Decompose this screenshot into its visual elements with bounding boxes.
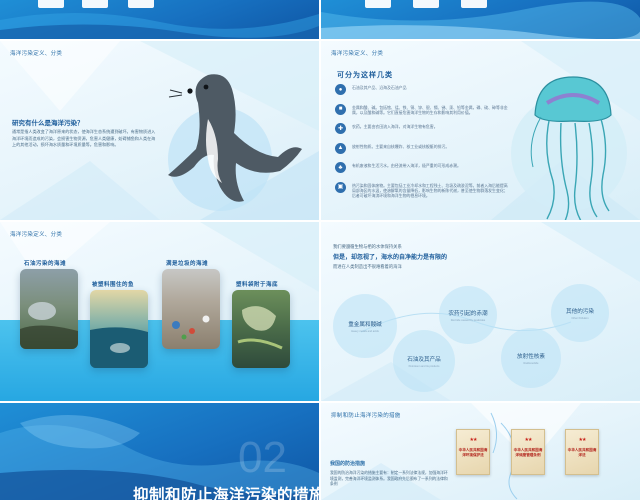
pesticide-icon: ✚	[335, 123, 346, 134]
metal-icon: ■	[335, 103, 346, 115]
section-title: 海洋污染定义、分类	[331, 51, 384, 57]
law-book[interactable]: ★★ 中华人民共和国海洋环境保护法	[456, 429, 490, 475]
section-number: 02	[238, 433, 287, 482]
list-item: ✚ 农药。主要由农田流入海洋，对海洋生物有危害。	[335, 123, 510, 143]
slide-thumbnail-4[interactable]: 海洋污染定义、分类 可分为这样几类 ● 石油及其产品、沿海及石油产品 ■ 金属和…	[321, 41, 640, 220]
slide-thumbnail-1[interactable]	[0, 0, 319, 39]
intro-line: 而进在人类制造出不很难看着的海洋	[333, 264, 402, 269]
photo-label: 满是垃圾的海滩	[166, 261, 209, 267]
intro-line: 我们要遵循生物与栖的水体保持关系	[333, 244, 402, 249]
photo-label: 被塑料围住的鱼	[92, 282, 135, 288]
photo-label: 塑料袋附于海底	[236, 282, 279, 288]
law-book[interactable]: ★★ 中华人民共和国海洋法	[565, 429, 599, 475]
slide-thumbnail-2[interactable]	[321, 0, 640, 39]
radiation-icon: ▲	[335, 142, 346, 154]
question-heading: 研究有什么是海洋污染？	[12, 120, 84, 127]
classification-list: ● 石油及其产品、沿海及石油产品 ■ 金属和酸、碱。包括铬、锰、铁、铜、锌、银、…	[335, 84, 510, 201]
section-title: 海洋污染定义、分类	[10, 232, 63, 238]
cause-bubble: 农药引起的赤潮 Red tide caused by pesticides	[439, 286, 497, 344]
photo-oil-beach[interactable]	[20, 269, 78, 349]
list-item: ▲ 放射性物质。主要来自核爆炸、核工业或核舰艇的排污。	[335, 142, 510, 163]
section-title: 海洋污染定义、分类	[10, 51, 63, 57]
photo-label: 石油污染的海滩	[24, 261, 67, 267]
slide-thumbnail-5[interactable]: 海洋污染定义、分类 石油污染的海滩 被塑料围住的鱼 满是垃圾的海滩 塑料袋附于海…	[0, 222, 319, 401]
definition-text: 通常是指人类改变了海洋原来的状态，使海洋生态系统遭到破坏。有害物质进入海洋环境而…	[12, 129, 156, 148]
photo-plastic-fish[interactable]	[90, 290, 148, 368]
law-book[interactable]: ★★ 中华人民共和国海洋倾废管理条例	[511, 429, 545, 475]
photo-plastic-seabed[interactable]	[232, 290, 290, 368]
header-box	[461, 0, 487, 8]
factory-icon: ▣	[335, 181, 346, 193]
slide-thumbnail-7[interactable]: 02 抑制和防止海洋污染的措施	[0, 403, 319, 500]
subheading: 我国的防治措施	[330, 461, 366, 467]
header-box	[38, 0, 64, 8]
slide-thumbnail-6[interactable]: 我们要遵循生物与栖的水体保持关系 但是，却忽视了，海水的自净能力是有限的 而进在…	[321, 222, 640, 401]
section-title: 抑制和防止海洋污染的措施	[331, 413, 401, 419]
highlight-line: 但是，却忽视了，海水的自净能力是有限的	[333, 255, 448, 261]
jellyfish-illustration	[530, 76, 612, 220]
list-item: ● 石油及其产品、沿海及石油产品	[335, 84, 510, 104]
cause-bubble: 其他的污染 Other Pollution	[551, 284, 609, 342]
section-heading: 抑制和防止海洋污染的措施	[133, 487, 319, 500]
header-box	[128, 0, 154, 8]
cause-bubble: 重金属和酸碱 Heavy metals and acids	[333, 294, 397, 358]
list-item: ▣ 热污染和固体废物。主要包括工业冷却水和工程残土、垃圾及疏浚泥等。前者入海后能…	[335, 181, 510, 202]
slide-thumbnail-8[interactable]: 抑制和防止海洋污染的措施 我国的防治措施 我国的防治海洋污染的措施主要有：制定一…	[321, 403, 640, 500]
photo-trash-beach[interactable]	[162, 269, 220, 349]
stars-icon: ★★	[578, 437, 587, 443]
cause-bubble: 石油及其产品 Petroleum and its products	[393, 330, 455, 392]
stars-icon: ★★	[469, 437, 478, 443]
measures-text: 我国的防治海洋污染的措施主要有：制定一系列法律法规，加强海洋环境监测，完善海洋环…	[330, 471, 448, 487]
header-box	[413, 0, 439, 8]
header-box	[365, 0, 391, 8]
leaf-icon: ♣	[335, 162, 346, 173]
slide-thumbnail-3[interactable]: 海洋污染定义、分类 研究有什么是海洋污染？ 通常是指人类改变了海洋原来的状态，使…	[0, 41, 319, 220]
oil-drop-icon: ●	[335, 84, 346, 95]
stars-icon: ★★	[524, 437, 533, 443]
classification-heading: 可分为这样几类	[337, 72, 393, 79]
header-box	[82, 0, 108, 8]
list-item: ♣ 有机废液和生活污水。由径流带入海洋，极严重的可形成赤潮。	[335, 162, 510, 182]
seal-illustration	[168, 74, 302, 202]
cause-bubble: 放射性核素 Radionuclide	[501, 328, 561, 388]
list-item: ■ 金属和酸、碱。包括铬、锰、铁、铜、锌、银、镉、锑、汞、铅等金属，磷、硫、砷等…	[335, 103, 510, 124]
